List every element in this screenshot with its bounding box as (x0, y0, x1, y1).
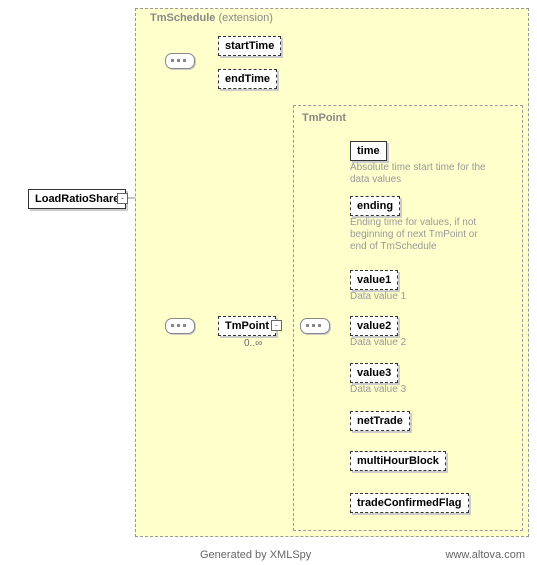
outer-title: TmSchedule (extension) (150, 12, 273, 24)
root-node[interactable]: LoadRatioShare (28, 189, 126, 209)
seq1-connector[interactable] (165, 53, 195, 69)
footer-gen: Generated by XMLSpy (200, 549, 311, 561)
endtime-node[interactable]: endTime (218, 69, 277, 89)
tmpoint-card: 0..∞ (244, 338, 262, 349)
tradeconfirmed-node[interactable]: tradeConfirmedFlag (350, 493, 469, 513)
time-node[interactable]: time (350, 141, 387, 161)
inner-title: TmPoint (302, 112, 346, 124)
time-desc: Absolute time start time for the data va… (350, 162, 490, 186)
nettrade-node[interactable]: netTrade (350, 411, 410, 431)
multihour-node[interactable]: multiHourBlock (350, 451, 446, 471)
footer-link[interactable]: www.altova.com (446, 549, 525, 561)
ending-desc: Ending time for values, if not beginning… (350, 217, 490, 253)
expand-root[interactable]: - (117, 193, 128, 204)
value3-desc: Data value 3 (350, 384, 406, 396)
expand-tmpoint[interactable]: - (271, 320, 282, 331)
inner-connector[interactable] (300, 318, 330, 334)
value2-node[interactable]: value2 (350, 316, 398, 336)
root-label: LoadRatioShare (35, 193, 119, 205)
ending-node[interactable]: ending (350, 196, 400, 216)
value1-node[interactable]: value1 (350, 270, 398, 290)
value1-desc: Data value 1 (350, 291, 406, 303)
value2-desc: Data value 2 (350, 337, 406, 349)
tmpoint-node[interactable]: TmPoint (218, 316, 276, 336)
seq2-connector[interactable] (165, 318, 195, 334)
starttime-node[interactable]: startTime (218, 36, 281, 56)
diagram-canvas: LoadRatioShare - TmSchedule (extension) … (0, 0, 537, 565)
value3-node[interactable]: value3 (350, 363, 398, 383)
